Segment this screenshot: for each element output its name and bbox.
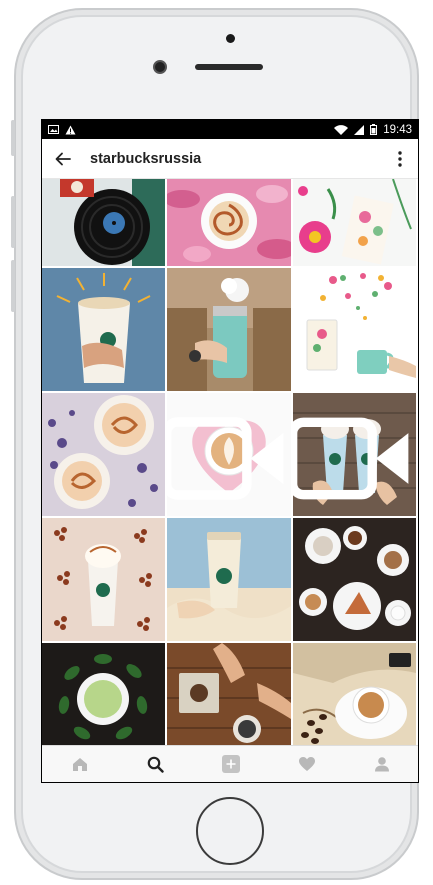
post-thumbnail[interactable]	[42, 643, 165, 747]
more-options-button[interactable]	[390, 146, 410, 172]
add-post-icon	[221, 755, 240, 773]
warning-icon	[65, 125, 76, 135]
post-thumbnail[interactable]	[42, 393, 165, 516]
mute-switch	[11, 120, 15, 156]
video-icon	[167, 417, 284, 500]
nav-search[interactable]	[137, 749, 173, 779]
bottom-navigation	[42, 745, 418, 782]
proximity-sensor	[226, 34, 235, 43]
post-thumbnail[interactable]	[167, 179, 291, 266]
earpiece-speaker	[195, 64, 263, 70]
post-thumbnail[interactable]	[293, 518, 416, 641]
back-button[interactable]	[50, 146, 76, 172]
account-username: starbucksrussia	[90, 150, 202, 167]
post-thumbnail[interactable]	[167, 643, 291, 747]
video-icon	[293, 417, 409, 500]
signal-icon	[354, 124, 365, 135]
search-icon	[147, 756, 164, 773]
app-bar: starbucksrussia	[42, 139, 418, 179]
nav-home[interactable]	[62, 749, 98, 779]
post-thumbnail[interactable]	[293, 179, 416, 266]
post-grid	[42, 179, 418, 747]
post-thumbnail[interactable]	[293, 268, 416, 391]
volume-down-button	[11, 260, 15, 312]
volume-up-button	[11, 196, 15, 248]
nav-add-post[interactable]	[213, 749, 249, 779]
home-icon	[72, 758, 87, 771]
nav-activity[interactable]	[289, 749, 325, 779]
post-thumbnail[interactable]	[167, 393, 291, 516]
post-thumbnail[interactable]	[167, 518, 291, 641]
image-icon	[48, 125, 59, 134]
nav-profile[interactable]	[364, 749, 400, 779]
heart-icon	[298, 757, 315, 771]
home-button[interactable]	[196, 797, 264, 865]
app-screen: 19:43 starbucksrussia	[41, 119, 419, 783]
post-thumbnail[interactable]	[293, 643, 416, 747]
post-thumbnail[interactable]	[167, 268, 291, 391]
more-vertical-icon	[398, 150, 402, 167]
post-thumbnail[interactable]	[42, 179, 165, 266]
post-thumbnail[interactable]	[42, 268, 165, 391]
profile-icon	[375, 757, 390, 772]
post-thumbnail[interactable]	[42, 518, 165, 641]
battery-icon	[370, 124, 378, 135]
front-camera	[153, 60, 167, 74]
status-bar: 19:43	[42, 120, 418, 139]
post-thumbnail[interactable]	[293, 393, 416, 516]
arrow-left-icon	[55, 152, 71, 165]
status-time: 19:43	[383, 123, 412, 136]
wifi-icon	[334, 124, 349, 135]
